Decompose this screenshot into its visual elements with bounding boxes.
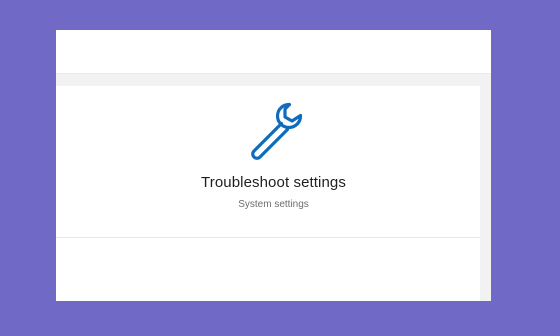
wrench-icon-shape bbox=[251, 102, 303, 160]
header-divider bbox=[56, 73, 491, 74]
search-header-area bbox=[56, 30, 491, 73]
result-title[interactable]: Troubleshoot settings bbox=[56, 174, 491, 191]
result-subtitle: System settings bbox=[238, 199, 309, 210]
settings-window: Troubleshoot settings System settings bbox=[56, 30, 491, 301]
results-empty-area bbox=[56, 238, 480, 301]
wrench-icon bbox=[251, 102, 303, 160]
